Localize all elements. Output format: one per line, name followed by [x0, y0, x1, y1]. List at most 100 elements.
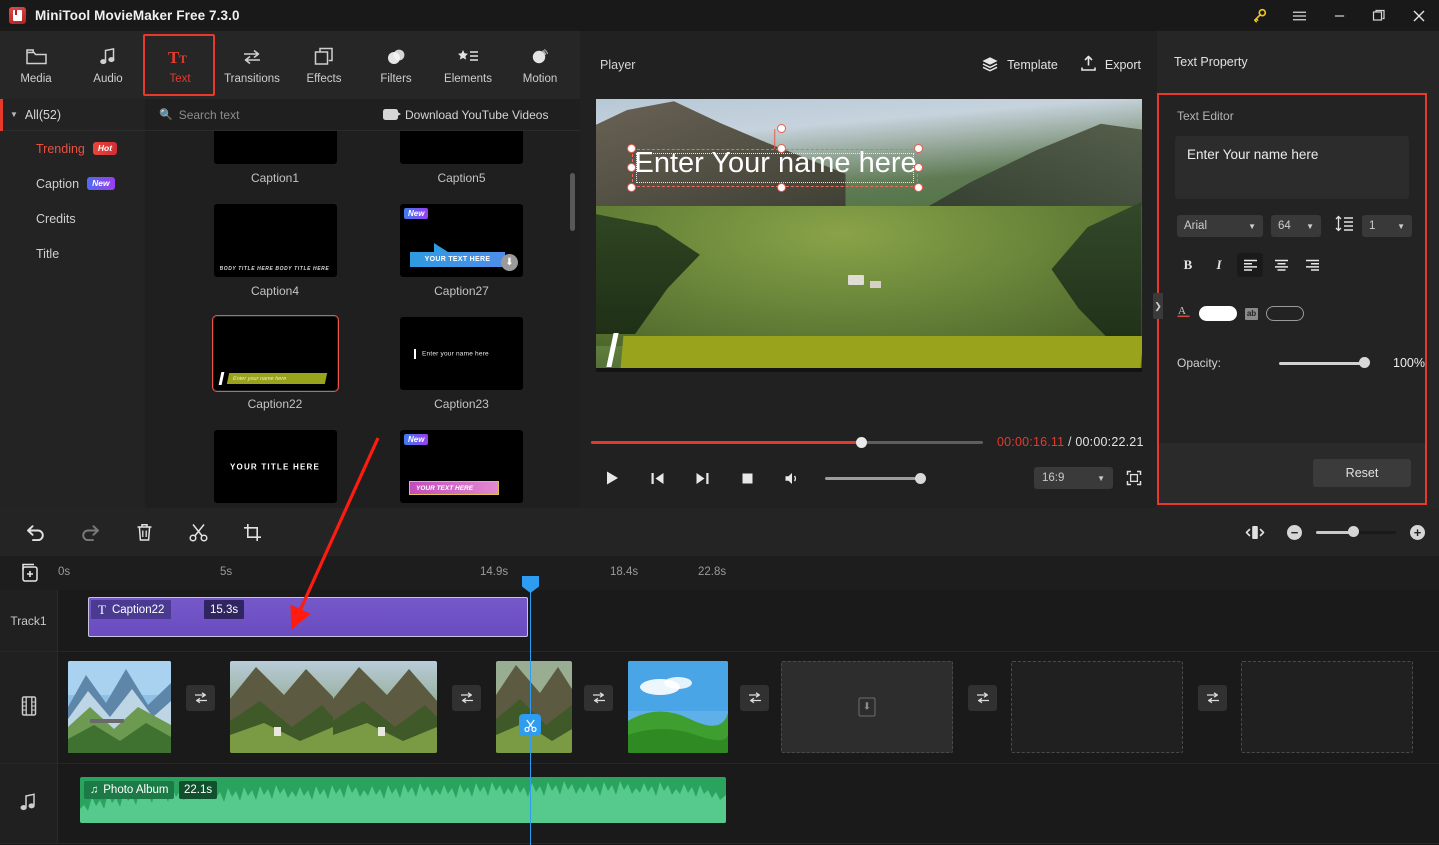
text-overlay[interactable]: Enter Your name here [626, 124, 923, 192]
opacity-slider[interactable] [1279, 357, 1371, 368]
tool-effects[interactable]: Effects [288, 34, 360, 96]
align-left-button[interactable] [1237, 253, 1263, 277]
video-clip-4[interactable] [628, 661, 728, 753]
empty-slot-2[interactable] [1011, 661, 1183, 753]
volume-slider[interactable] [825, 472, 926, 484]
redo-button[interactable] [72, 514, 108, 550]
template-item-caption22[interactable]: Enter your name here Caption22 [185, 315, 365, 430]
previous-frame-button[interactable] [635, 464, 680, 492]
text-color-swatch[interactable] [1199, 306, 1237, 321]
reset-button[interactable]: Reset [1313, 459, 1411, 487]
volume-knob[interactable] [915, 472, 926, 484]
next-frame-button[interactable] [680, 464, 725, 492]
sidebar-item-title[interactable]: Title [0, 236, 145, 271]
template-item[interactable]: Caption5 [372, 131, 552, 204]
sidebar-item-trending[interactable]: Trending Hot [0, 131, 145, 166]
minimize-button[interactable] [1319, 0, 1359, 31]
maximize-button[interactable] [1359, 0, 1399, 31]
text-editor-input[interactable]: Enter Your name here [1175, 136, 1409, 199]
volume-icon[interactable] [770, 464, 815, 492]
search-input[interactable] [178, 107, 349, 122]
transition-icon-1[interactable] [186, 685, 215, 711]
track-body-video[interactable]: ⬇ [58, 652, 1439, 763]
resize-handle-ne[interactable] [913, 144, 923, 153]
timeline-audio-clip[interactable]: ♫ Photo Album 22.1s [80, 777, 726, 823]
video-clip-2[interactable] [230, 661, 437, 753]
empty-slot-3[interactable] [1241, 661, 1413, 753]
font-family-select[interactable]: Arial ▼ [1177, 215, 1263, 237]
export-button[interactable]: Export [1080, 55, 1141, 75]
timeline-zoom-slider[interactable] [1316, 526, 1396, 537]
undo-button[interactable] [18, 514, 54, 550]
empty-slot-1[interactable]: ⬇ [781, 661, 953, 753]
align-center-button[interactable] [1268, 253, 1294, 277]
fit-timeline-button[interactable] [1237, 514, 1273, 550]
resize-handle-nw[interactable] [626, 144, 636, 153]
timeline-ruler[interactable]: 0s 5s 14.9s 18.4s 22.8s [0, 556, 1439, 590]
template-item[interactable]: BODY TITLE HERE BODY TITLE HERE Caption4 [185, 204, 365, 317]
transition-icon-3[interactable] [584, 685, 613, 711]
category-all[interactable]: ▼ All(52) [0, 99, 145, 131]
transition-icon-6[interactable] [1198, 685, 1227, 711]
transition-icon-5[interactable] [968, 685, 997, 711]
italic-button[interactable]: I [1206, 253, 1232, 277]
player-seek-bar[interactable] [591, 436, 983, 448]
bold-button[interactable]: B [1175, 253, 1201, 277]
zoom-in-button[interactable]: + [1410, 524, 1425, 540]
collapse-panel-button[interactable]: ❯ [1153, 293, 1163, 319]
crop-button[interactable] [234, 514, 270, 550]
video-preview-stage[interactable]: Enter Your name here [595, 99, 1142, 372]
background-color-swatch[interactable] [1266, 306, 1304, 321]
fullscreen-button[interactable] [1121, 465, 1147, 491]
resize-handle-w[interactable] [626, 163, 636, 172]
transition-icon-4[interactable] [740, 685, 769, 711]
delete-button[interactable] [126, 514, 162, 550]
search-box[interactable]: 🔍 [145, 107, 365, 122]
tool-filters[interactable]: Filters [360, 34, 432, 96]
align-right-button[interactable] [1299, 253, 1325, 277]
opacity-knob[interactable] [1359, 357, 1371, 368]
resize-handle-s[interactable] [776, 183, 786, 192]
tool-media[interactable]: Media [0, 34, 72, 96]
rotate-handle[interactable] [776, 124, 786, 133]
tool-transitions[interactable]: Transitions [216, 34, 288, 96]
template-item[interactable]: YOUR TITLE HERE [185, 430, 365, 508]
resize-handle-se[interactable] [913, 183, 923, 192]
download-youtube-button[interactable]: Download YouTube Videos [383, 108, 548, 122]
close-button[interactable] [1399, 0, 1439, 31]
key-icon[interactable] [1239, 0, 1279, 31]
track-body-audio[interactable]: ♫ Photo Album 22.1s [58, 764, 1439, 843]
resize-handle-sw[interactable] [626, 183, 636, 192]
tool-text[interactable]: TT Text [143, 34, 216, 96]
resize-handle-n[interactable] [776, 144, 786, 153]
sidebar-item-credits[interactable]: Credits [0, 201, 145, 236]
video-clip-1[interactable] [68, 661, 171, 753]
line-height-select[interactable]: 1 ▼ [1362, 215, 1412, 237]
seek-knob[interactable] [856, 436, 867, 448]
resize-handle-e[interactable] [913, 163, 923, 172]
tool-elements[interactable]: Elements [432, 34, 504, 96]
browser-scrollbar[interactable] [570, 173, 575, 231]
zoom-knob[interactable] [1348, 526, 1359, 537]
template-item[interactable]: New YOUR TEXT HERE ⬇ Caption27 [372, 204, 552, 317]
font-size-select[interactable]: 64 ▼ [1271, 215, 1321, 237]
play-button[interactable] [590, 464, 635, 492]
track-body-text[interactable]: T Caption22 15.3s [58, 590, 1439, 651]
hamburger-menu-icon[interactable] [1279, 0, 1319, 31]
template-item[interactable]: Caption1 [185, 131, 365, 204]
tool-audio[interactable]: Audio [72, 34, 144, 96]
zoom-out-button[interactable]: − [1287, 524, 1302, 540]
scissors-button[interactable] [180, 514, 216, 550]
template-item[interactable]: New YOUR TEXT HERE [372, 430, 552, 508]
timeline-playhead[interactable] [519, 576, 541, 845]
sidebar-item-caption[interactable]: Caption New [0, 166, 145, 201]
video-clip-3[interactable] [496, 661, 572, 753]
timeline-text-clip[interactable]: T Caption22 15.3s [88, 597, 528, 637]
template-button[interactable]: Template [981, 56, 1058, 75]
download-icon[interactable]: ⬇ [501, 254, 518, 271]
transition-icon-2[interactable] [452, 685, 481, 711]
tool-motion[interactable]: Motion [504, 34, 576, 96]
template-item[interactable]: Enter your name here Caption23 [372, 317, 552, 430]
split-clip-button[interactable] [519, 714, 541, 736]
stop-button[interactable] [725, 464, 770, 492]
